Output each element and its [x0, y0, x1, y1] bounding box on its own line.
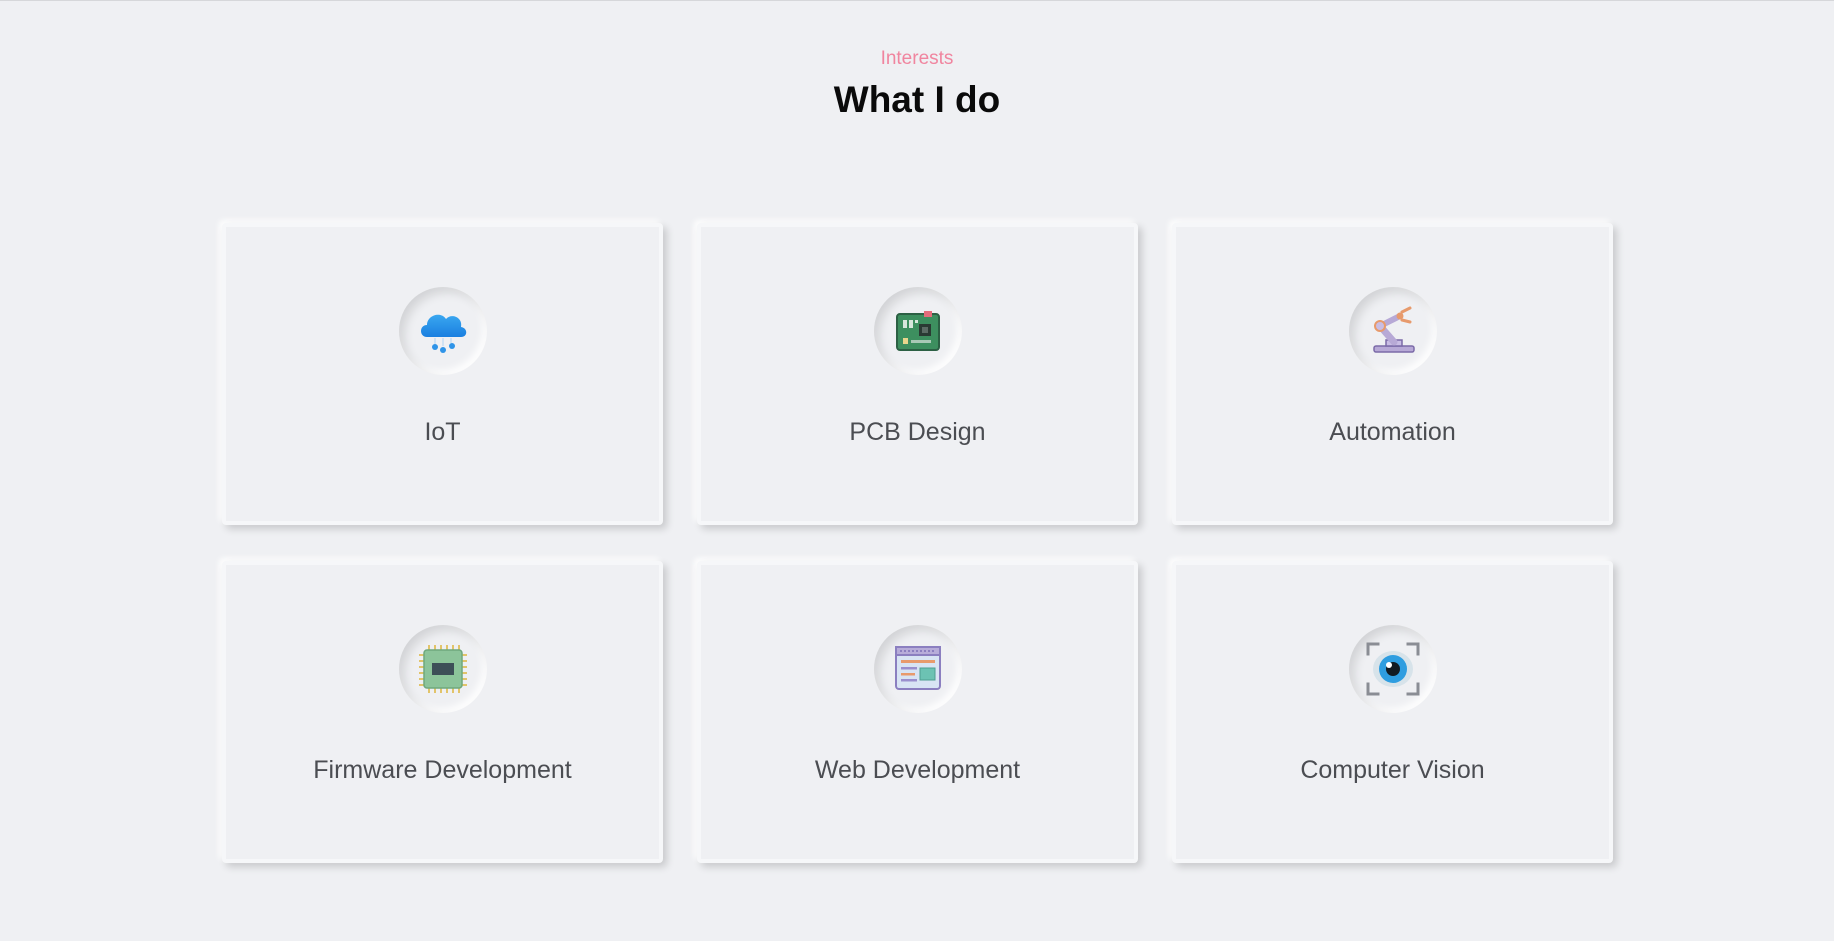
icon-circle — [1348, 287, 1437, 375]
interests-grid: IoT PCB Design Automation Firmware Devel… — [222, 223, 1613, 863]
circuit-board-icon — [895, 311, 940, 351]
eye-scan-icon — [1366, 642, 1419, 696]
card-label: Firmware Development — [313, 756, 572, 784]
interest-card-automation[interactable]: Automation — [1172, 223, 1613, 525]
section-subtitle: Interests — [880, 48, 954, 69]
cloud-iot-icon — [420, 314, 466, 353]
card-label: Web Development — [814, 756, 1021, 784]
interest-card-pcb-design[interactable]: PCB Design — [697, 223, 1138, 525]
card-label: IoT — [424, 418, 461, 446]
icon-circle — [873, 625, 962, 713]
microchip-icon — [418, 645, 467, 693]
icon-circle — [1348, 625, 1437, 713]
web-page-icon — [894, 646, 941, 690]
icon-circle — [398, 287, 487, 375]
robot-arm-icon — [1372, 306, 1415, 353]
icon-circle — [873, 287, 962, 375]
interest-card-iot[interactable]: IoT — [222, 223, 663, 525]
interest-card-computer-vision[interactable]: Computer Vision — [1172, 561, 1613, 863]
section-header: Interests What I do — [0, 47, 1834, 123]
card-label: PCB Design — [849, 418, 986, 446]
card-label: Automation — [1329, 418, 1456, 446]
interest-card-firmware-development[interactable]: Firmware Development — [222, 561, 663, 863]
card-label: Computer Vision — [1300, 756, 1485, 784]
section-title: What I do — [833, 79, 1001, 120]
icon-circle — [398, 625, 487, 713]
interest-card-web-development[interactable]: Web Development — [697, 561, 1138, 863]
